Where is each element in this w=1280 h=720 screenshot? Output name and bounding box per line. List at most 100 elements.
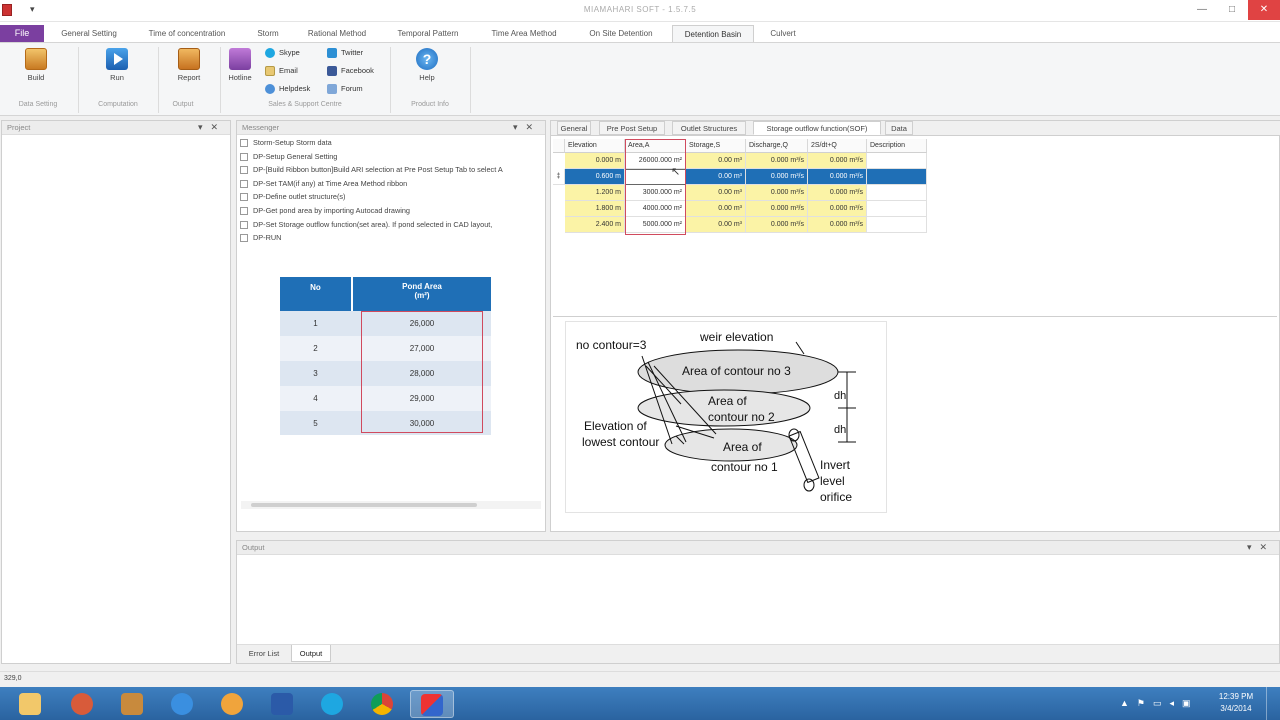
panel-pin-close-buttons[interactable]: ▾✕	[513, 122, 541, 133]
list-item[interactable]: DP-RUN	[240, 233, 542, 247]
taskbar-skype[interactable]	[310, 690, 354, 718]
list-item[interactable]: DP-Define outlet structure(s)	[240, 192, 542, 206]
cell-elevation[interactable]: 1.800 m	[565, 201, 625, 217]
cell-discharge[interactable]: 0.000 m³/s	[746, 217, 808, 233]
cell-description[interactable]	[867, 217, 927, 233]
list-item[interactable]: DP-Set Storage outflow function(set area…	[240, 220, 542, 234]
panel-pin-close-buttons[interactable]: ▾✕	[1247, 542, 1275, 553]
run-button[interactable]: Run	[101, 48, 133, 82]
cell-discharge[interactable]: 0.000 m³/s	[746, 185, 808, 201]
system-tray-icons[interactable]: ▲⚑▭◂▣	[1120, 698, 1199, 709]
tab-time-area-method[interactable]: Time Area Method	[480, 25, 568, 42]
checkbox[interactable]	[240, 179, 248, 188]
taskbar-app-4[interactable]	[260, 690, 304, 718]
cell-2sdtq[interactable]: 0.000 m³/s	[808, 153, 867, 169]
tab-on-site-detention[interactable]: On Site Detention	[578, 25, 664, 42]
clock-date[interactable]: 3/4/2014	[1216, 704, 1256, 713]
taskbar-active-app[interactable]	[410, 690, 454, 718]
list-item[interactable]: DP-Set TAM(if any) at Time Area Method r…	[240, 179, 542, 193]
cell-discharge[interactable]: 0.000 m³/s	[746, 201, 808, 217]
tab-pre-post-setup[interactable]: Pre Post Setup	[599, 121, 665, 135]
skype-label: Skype	[279, 48, 300, 57]
taskbar-chrome[interactable]	[360, 690, 404, 718]
cell-elevation[interactable]: 1.200 m	[565, 185, 625, 201]
taskbar-app-1[interactable]	[60, 690, 104, 718]
email-button[interactable]: Email	[265, 65, 298, 79]
tab-storm[interactable]: Storm	[246, 25, 290, 42]
horizontal-scrollbar[interactable]	[241, 501, 541, 509]
cell-elevation[interactable]: 2.400 m	[565, 217, 625, 233]
cell-2sdtq[interactable]: 0.000 m³/s	[808, 217, 867, 233]
cell-elevation[interactable]: 0.600 m	[565, 169, 625, 185]
cell-2sdtq[interactable]: 0.000 m³/s	[808, 201, 867, 217]
checkbox[interactable]	[240, 193, 248, 202]
cell-storage[interactable]: 0.00 m³	[686, 169, 746, 185]
cell-description[interactable]	[867, 169, 927, 185]
scrollbar-thumb[interactable]	[251, 503, 477, 507]
checkbox[interactable]	[240, 207, 248, 216]
taskbar-app-2[interactable]	[110, 690, 154, 718]
tab-outlet-structures[interactable]: Outlet Structures	[672, 121, 746, 135]
skype-button[interactable]: Skype	[265, 47, 300, 61]
checkbox[interactable]	[240, 234, 248, 243]
facebook-button[interactable]: Facebook	[327, 65, 374, 79]
cell-2sdtq[interactable]: 0.000 m³/s	[808, 185, 867, 201]
help-button[interactable]: ? Help	[410, 48, 444, 82]
list-item[interactable]: DP-Get pond area by importing Autocad dr…	[240, 206, 542, 220]
show-desktop-button[interactable]	[1266, 687, 1280, 720]
cell-storage[interactable]: 0.00 m³	[686, 217, 746, 233]
col-discharge[interactable]: Discharge,Q	[746, 139, 808, 153]
forum-button[interactable]: Forum	[327, 83, 363, 97]
checkbox[interactable]	[240, 152, 248, 161]
cell-discharge[interactable]: 0.000 m³/s	[746, 169, 808, 185]
maximize-button[interactable]: □	[1218, 0, 1246, 20]
tab-general-setting[interactable]: General Setting	[50, 25, 128, 42]
checkbox[interactable]	[240, 220, 248, 229]
hotline-button[interactable]: Hotline	[224, 48, 256, 82]
taskbar-ie[interactable]	[160, 690, 204, 718]
panel-pin-close-buttons[interactable]: ▾✕	[198, 122, 226, 133]
tab-temporal-pattern[interactable]: Temporal Pattern	[386, 25, 470, 42]
firefox-icon	[71, 693, 93, 715]
cell-description[interactable]	[867, 153, 927, 169]
cell-no: 4	[313, 394, 318, 403]
col-storage[interactable]: Storage,S	[686, 139, 746, 153]
status-coordinates: 329,0	[4, 675, 22, 682]
tab-data[interactable]: Data	[885, 121, 913, 135]
build-button[interactable]: Build	[20, 48, 52, 82]
tab-file[interactable]: File	[0, 25, 44, 42]
col-2sdtq[interactable]: 2S/dt+Q	[808, 139, 867, 153]
cell-elevation[interactable]: 0.000 m	[565, 153, 625, 169]
tab-output[interactable]: Output	[291, 645, 331, 662]
cell-storage[interactable]: 0.00 m³	[686, 201, 746, 217]
tab-storage-outflow-function[interactable]: Storage outflow function(SOF)	[753, 121, 881, 135]
list-item[interactable]: Storm-Setup Storm data	[240, 138, 542, 152]
tab-rational-method[interactable]: Rational Method	[298, 25, 376, 42]
list-item[interactable]: DP-Setup General Setting	[240, 152, 542, 166]
cell-storage[interactable]: 0.00 m³	[686, 153, 746, 169]
col-elevation[interactable]: Elevation	[565, 139, 625, 153]
minimize-button[interactable]: —	[1188, 0, 1216, 20]
close-button[interactable]: ✕	[1248, 0, 1280, 20]
cell-description[interactable]	[867, 201, 927, 217]
report-button[interactable]: Report	[172, 48, 206, 82]
cell-2sdtq[interactable]: 0.000 m³/s	[808, 169, 867, 185]
col-description[interactable]: Description	[867, 139, 927, 153]
list-item[interactable]: DP-[Build Ribbon button]Build ARI select…	[240, 165, 542, 179]
tab-error-list[interactable]: Error List	[241, 645, 287, 662]
tab-general[interactable]: General	[557, 121, 591, 135]
twitter-button[interactable]: Twitter	[327, 47, 363, 61]
taskbar-app-3[interactable]	[210, 690, 254, 718]
cell-storage[interactable]: 0.00 m³	[686, 185, 746, 201]
cell-description[interactable]	[867, 185, 927, 201]
tab-detention-basin[interactable]: Detention Basin	[672, 25, 754, 42]
cell-discharge[interactable]: 0.000 m³/s	[746, 153, 808, 169]
tab-culvert[interactable]: Culvert	[760, 25, 806, 42]
clock-time[interactable]: 12:39 PM	[1216, 692, 1256, 701]
checkbox[interactable]	[240, 166, 248, 175]
table-header-pond-area: Pond Area (m²)	[353, 277, 491, 311]
helpdesk-button[interactable]: Helpdesk	[265, 83, 310, 97]
checkbox[interactable]	[240, 139, 248, 148]
taskbar-explorer[interactable]	[8, 690, 52, 718]
tab-time-of-concentration[interactable]: Time of concentration	[138, 25, 236, 42]
